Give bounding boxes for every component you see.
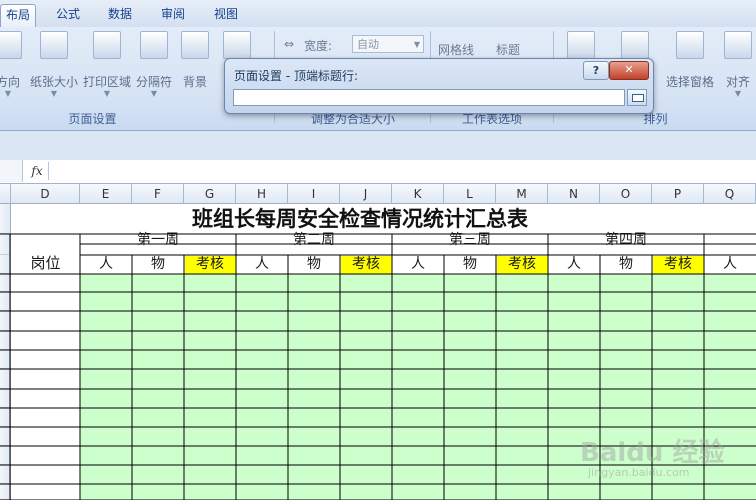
print-area-icon [93, 31, 121, 59]
sub-header-cell: 物 [151, 256, 165, 272]
align-button[interactable]: 对齐 ▼ [722, 31, 754, 98]
week-header: 第一周 [137, 232, 179, 248]
orientation-button[interactable]: 方向 ▼ [0, 31, 26, 98]
ribbon-tab-strip: 布局 公式 数据 审阅 视图 [0, 0, 756, 28]
selection-pane-button[interactable]: 选择窗格 [664, 31, 716, 89]
tab-view[interactable]: 视图 [206, 4, 246, 26]
sub-header-cell: 人 [255, 256, 269, 272]
orientation-icon [0, 31, 22, 59]
tab-review[interactable]: 审阅 [153, 4, 193, 26]
width-label: 宽度: [304, 39, 333, 53]
chevron-down-icon: ▼ [50, 89, 58, 98]
tab-data[interactable]: 数据 [100, 4, 140, 26]
baidu-watermark: Baidu 经验 [580, 438, 725, 468]
width-icon: ⇔ [284, 37, 295, 51]
chevron-down-icon: ▼ [413, 40, 420, 49]
ribbon-bottom-strip [0, 131, 756, 161]
align-icon [724, 31, 752, 59]
week-header: 第三周 [449, 232, 491, 248]
bring-forward-icon [567, 31, 595, 59]
dialog-title: 页面设置 - 顶端标题行: [234, 69, 359, 83]
baidu-watermark-url: jingyan.baidu.com [588, 466, 690, 479]
sub-header-cell: 考核 [508, 256, 536, 272]
page-setup-dialog: 页面设置 - 顶端标题行: ? ✕ [224, 58, 654, 114]
formula-bar: fx [0, 160, 756, 184]
group-label-page-setup: 页面设置 [68, 112, 117, 126]
print-titles-icon [223, 31, 251, 59]
sub-header-cell: 人 [99, 256, 113, 272]
send-backward-icon [621, 31, 649, 59]
help-button[interactable]: ? [583, 61, 609, 80]
week-header: 第四周 [605, 232, 647, 248]
name-box[interactable] [0, 160, 23, 182]
sub-header-cell: 人 [723, 256, 737, 272]
tab-formulas[interactable]: 公式 [48, 4, 88, 26]
align-label: 对齐 [725, 75, 750, 89]
sub-header-cell: 人 [411, 256, 425, 272]
position-header: 岗位 [30, 254, 61, 272]
chevron-down-icon: ▼ [4, 89, 12, 98]
close-button[interactable]: ✕ [609, 61, 649, 80]
sheet-title: 班组长每周安全检查情况统计汇总表 [192, 206, 528, 231]
breaks-button[interactable]: 分隔符 ▼ [135, 31, 173, 98]
orientation-label: 方向 [0, 75, 20, 89]
chevron-down-icon: ▼ [150, 89, 158, 98]
selection-pane-label: 选择窗格 [665, 75, 714, 89]
paper-size-button[interactable]: 纸张大小 ▼ [29, 31, 79, 98]
chevron-down-icon: ▼ [103, 89, 111, 98]
selection-pane-icon [676, 31, 704, 59]
paper-size-label: 纸张大小 [29, 75, 78, 89]
print-area-button[interactable]: 打印区域 ▼ [82, 31, 132, 98]
background-label: 背景 [182, 75, 207, 89]
sub-header-cell: 物 [619, 256, 633, 272]
print-titles-rows-input[interactable] [233, 89, 625, 106]
breaks-icon [140, 31, 168, 59]
sub-header-cell: 考核 [196, 256, 224, 272]
width-combo[interactable]: 自动 ▼ [352, 35, 424, 53]
background-icon [181, 31, 209, 59]
paper-size-icon [40, 31, 68, 59]
sub-header-cell: 物 [463, 256, 477, 272]
print-area-label: 打印区域 [82, 75, 131, 89]
send-backward-button[interactable] [620, 31, 650, 59]
formula-input[interactable] [50, 162, 750, 180]
week-header: 第二周 [293, 232, 335, 248]
sub-header-cell: 考核 [352, 256, 380, 272]
breaks-label: 分隔符 [135, 75, 172, 89]
sub-header-cell: 人 [567, 256, 581, 272]
background-button[interactable]: 背景 [180, 31, 210, 89]
sub-header-cell: 物 [307, 256, 321, 272]
headings-label: 标题 [496, 43, 521, 57]
bring-forward-button[interactable] [566, 31, 596, 59]
gridlines-label: 网格线 [438, 43, 475, 57]
tab-page-layout[interactable]: 布局 [0, 4, 36, 27]
sub-header-cell: 考核 [664, 256, 692, 272]
chevron-down-icon: ▼ [734, 89, 742, 98]
expand-dialog-icon[interactable] [627, 89, 647, 106]
print-titles-button[interactable] [222, 31, 252, 59]
width-value: 自动 [357, 38, 379, 51]
insert-function-icon[interactable]: fx [26, 162, 49, 180]
